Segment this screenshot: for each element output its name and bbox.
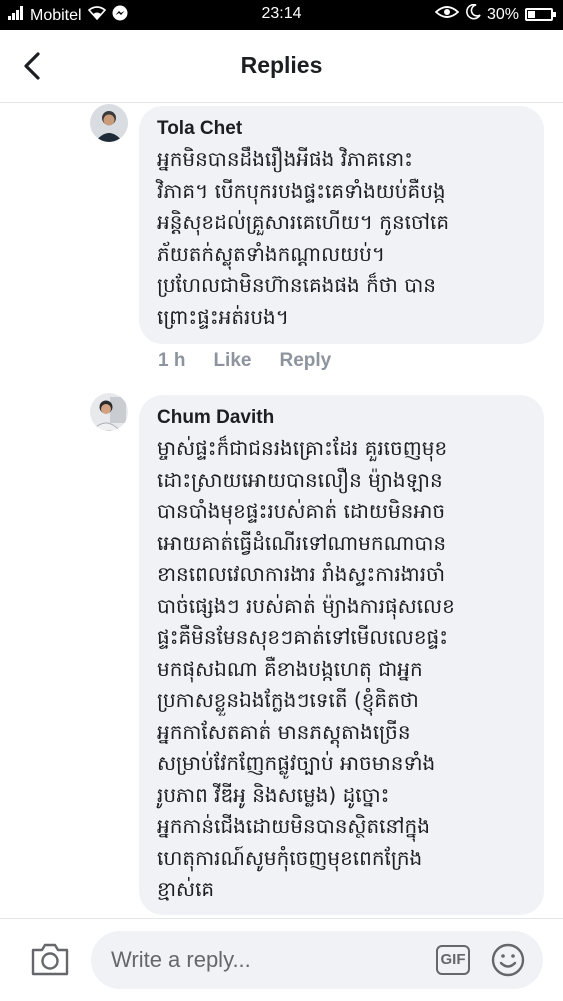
- comment-line: ហេតុការណ៍សូមកុំចេញមុខពេកក្រែង: [157, 845, 423, 870]
- comment-line: ខានពេលវេលាការងារ រាំងស្ទះការងារចាំ: [157, 562, 446, 586]
- comment-line: អ្នកមិនបានដឹងរឿងអីផង វិភាគនោះ: [157, 147, 413, 171]
- emoji-button[interactable]: [491, 943, 525, 981]
- comment-line: ប្រហែលជាមិនហ៊ានគេងផង ក៏ថា បាន: [157, 273, 436, 297]
- status-right: 30%: [434, 3, 556, 25]
- comment-line: អ្នកកាន់ជើងដោយមិនបានស្ថិតនៅក្នុង: [157, 814, 430, 838]
- comment-author[interactable]: Chum Davith: [157, 407, 528, 429]
- comment-line: ប្រកាសខ្លួនឯងក្លែងៗទេតើ (ខ្ញុំគិតថា: [157, 688, 419, 712]
- comment-line: បាច់ផ្សេងៗ របស់គាត់ ម៉្យាងការផុសលេខ: [157, 593, 455, 618]
- comment-actions: 1 h Like Reply: [158, 350, 331, 372]
- comment-line: ម្ចាស់ផ្ទះក៏ជាជនរងគ្រោះដែរ គួរចេញមុខ: [157, 436, 448, 460]
- smiley-icon: [491, 943, 525, 981]
- comment-line: ដោះស្រាយអោយបានលឿន ម៉្យាងឡាន: [157, 467, 443, 492]
- comment-line: ផ្ទះគឺមិនមែនសុខៗគាត់ទៅមើលលេខផ្ទះ: [157, 625, 449, 649]
- comment-time: 1 h: [158, 350, 186, 371]
- comment-line: មកផុសឯណា គឺខាងបង្កហេតុ ជាអ្នក: [157, 656, 423, 681]
- comment-bubble: Chum Davith ម្ចាស់ផ្ទះក៏ជាជនរងគ្រោះដែរ គ…: [139, 395, 544, 915]
- gif-button[interactable]: GIF: [436, 945, 470, 975]
- header: Replies: [0, 30, 563, 103]
- reply-composer: Write a reply... GIF: [0, 918, 563, 1001]
- comment-line: បានបាំងមុខផ្ទះរបស់គាត់ ដោយមិនអាច: [157, 499, 446, 523]
- reply-placeholder: Write a reply...: [111, 947, 251, 972]
- comment-line: សម្រាប់វែកញែកផ្លូវច្បាប់ អាចមានទាំង: [157, 751, 436, 775]
- comment-text: អ្នកមិនបានដឹងរឿងអីផង វិភាគនោះ វិភាគ។ បើក…: [157, 144, 528, 333]
- comment-line: រូបភាព វីឌីអូ និងសម្លេង) ដូច្នោះ: [157, 782, 390, 807]
- reply-input[interactable]: Write a reply... GIF: [91, 931, 543, 989]
- comment-line: វិភាគ។ បើកបុករបងផ្ទះគេទាំងយប់គឺបង្ក: [157, 178, 446, 203]
- comment-line: អន្តិសុខដល់គ្រួសារគេហើយ។ កូនចៅគេ: [157, 210, 450, 234]
- comment-line: អោយគាត់ធ្វើដំណើរទៅណាមកណាបាន: [157, 530, 447, 555]
- like-button[interactable]: Like: [213, 350, 251, 372]
- camera-icon: [30, 943, 70, 981]
- battery-level: [528, 11, 535, 18]
- avatar[interactable]: [90, 393, 128, 431]
- camera-button[interactable]: [30, 941, 70, 981]
- comment-line: ខ្មាស់គេ: [157, 877, 215, 901]
- comment-line: ភ័យតក់ស្លុតទាំងកណ្ដាលយប់។: [157, 241, 386, 266]
- eye-icon: [434, 5, 460, 24]
- comment-author[interactable]: Tola Chet: [157, 118, 528, 140]
- battery-percent: 30%: [486, 5, 519, 23]
- avatar[interactable]: [90, 104, 128, 142]
- comment-text: ម្ចាស់ផ្ទះក៏ជាជនរងគ្រោះដែរ គួរចេញមុខ ដោះ…: [157, 433, 528, 906]
- page-title: Replies: [240, 52, 323, 78]
- moon-icon: [465, 3, 481, 25]
- battery-icon: [525, 8, 556, 21]
- comment-bubble: Tola Chet អ្នកមិនបានដឹងរឿងអីផង វិភាគនោះ …: [139, 106, 544, 344]
- comment-line: អ្នកកាសែតគាត់ មានភស្តុតាងច្រើន: [157, 719, 411, 744]
- comment-line: ព្រោះផ្ទះអត់របង។: [157, 304, 289, 329]
- status-bar: Mobitel 23:14 30%: [0, 0, 563, 30]
- reply-button[interactable]: Reply: [279, 350, 331, 372]
